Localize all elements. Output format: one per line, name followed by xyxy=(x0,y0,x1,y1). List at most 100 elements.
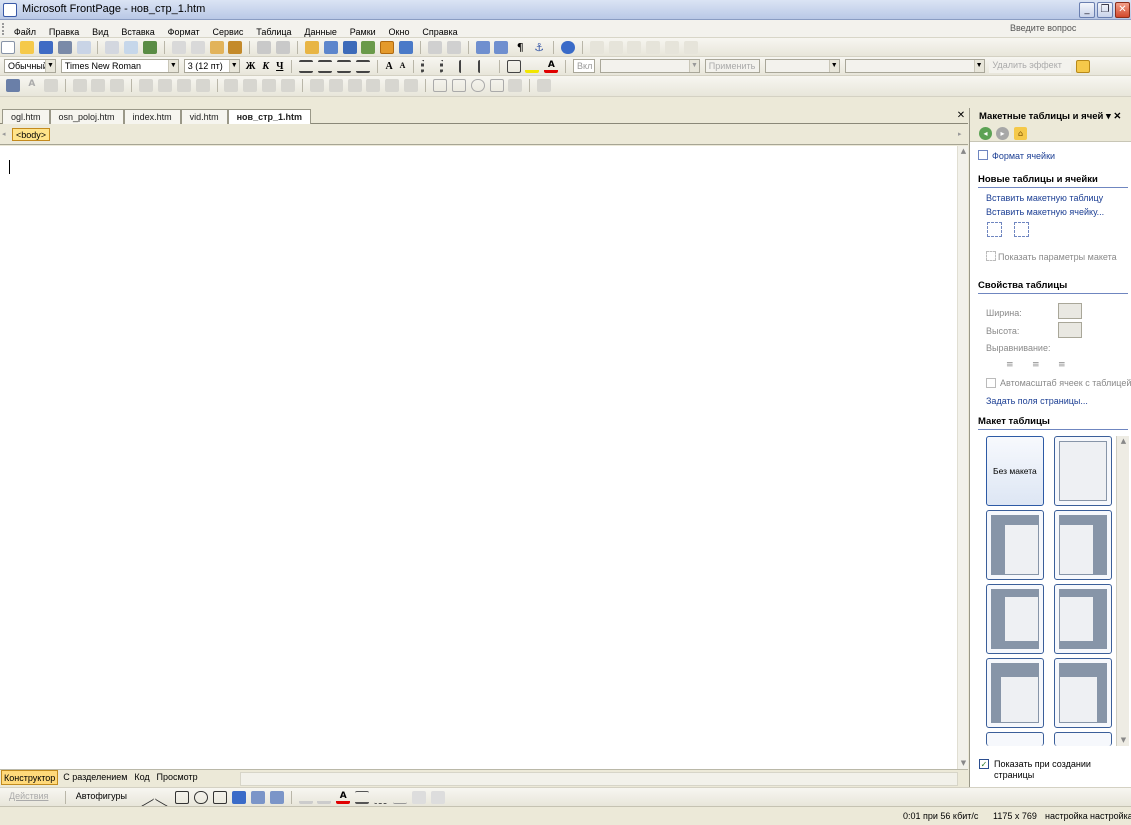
decrease-indent-icon[interactable] xyxy=(458,60,473,73)
effect-setting-select[interactable]: ▼ xyxy=(764,59,840,73)
design-canvas[interactable] xyxy=(0,146,957,769)
page-margins-link[interactable]: Задать поля страницы... xyxy=(986,396,1088,406)
layout-single[interactable] xyxy=(1054,436,1112,506)
rotate-left-icon[interactable] xyxy=(139,79,153,92)
align-left-icon[interactable] xyxy=(299,60,314,73)
dhtml-effect-select[interactable]: ▼ xyxy=(599,59,700,73)
page-resolution[interactable]: 1175 x 769 xyxy=(993,811,1037,821)
autoshapes-menu[interactable]: Автофигуры xyxy=(73,790,133,804)
table-merge-icon[interactable] xyxy=(684,41,698,54)
italic-button[interactable]: К xyxy=(262,61,269,72)
set-transparent-icon[interactable] xyxy=(347,79,362,92)
underline-button[interactable]: Ч xyxy=(276,61,283,72)
table-split-icon[interactable] xyxy=(665,41,680,54)
hyperlink-icon[interactable] xyxy=(399,41,414,54)
insert-picture-icon[interactable] xyxy=(361,41,376,54)
view-code[interactable]: Код xyxy=(132,770,151,785)
flip-horizontal-icon[interactable] xyxy=(176,79,191,92)
resample-icon[interactable] xyxy=(404,79,419,92)
bevel-icon[interactable] xyxy=(385,79,400,92)
tab-osn-poloj[interactable]: osn_poloj.htm xyxy=(49,109,124,124)
table-cell-icon[interactable] xyxy=(608,41,623,54)
oval-icon[interactable] xyxy=(194,791,209,804)
less-brightness-icon[interactable] xyxy=(281,79,295,92)
decrease-font-button[interactable]: A xyxy=(400,61,406,70)
show-on-create-checkbox[interactable]: ✓ xyxy=(979,759,989,769)
layer-icon[interactable] xyxy=(342,41,357,54)
menu-frames[interactable]: Рамки xyxy=(345,23,381,37)
insert-picture-icon[interactable] xyxy=(6,79,20,92)
menu-table[interactable]: Таблица xyxy=(251,23,296,37)
menu-window[interactable]: Окно xyxy=(384,23,415,37)
maximize-button[interactable]: ❐ xyxy=(1097,2,1113,18)
stop-icon[interactable] xyxy=(446,41,461,54)
close-button[interactable]: ✕ xyxy=(1115,2,1130,18)
redo-icon[interactable] xyxy=(276,41,290,54)
layout-more[interactable] xyxy=(986,732,1044,746)
draw-layout-table-icon[interactable] xyxy=(987,222,1002,237)
select-icon[interactable] xyxy=(432,79,447,92)
layout-top-left[interactable] xyxy=(986,658,1044,728)
highlight-dhtml-icon[interactable] xyxy=(1076,60,1091,73)
frontpage-app-icon[interactable] xyxy=(3,3,17,17)
tab-new-page[interactable]: нов_стр_1.htm xyxy=(227,109,311,124)
help-icon[interactable] xyxy=(560,41,575,54)
view-design[interactable]: Конструктор xyxy=(1,770,59,785)
restore-icon[interactable] xyxy=(537,79,552,92)
cut-icon[interactable] xyxy=(171,41,186,54)
layout-more[interactable] xyxy=(1054,732,1112,746)
tab-vid[interactable]: vid.htm xyxy=(180,109,228,124)
cell-format-link[interactable]: Формат ячейки xyxy=(992,151,1055,161)
scroll-up-icon[interactable]: ▲ xyxy=(1118,436,1129,447)
paste-icon[interactable] xyxy=(209,41,224,54)
position-absolute-icon[interactable] xyxy=(72,79,87,92)
canvas-scrollbar[interactable]: ▲ ▼ xyxy=(957,146,968,769)
web-component-icon[interactable] xyxy=(304,41,319,54)
scroll-right-icon[interactable]: ▸ xyxy=(958,130,962,138)
draw-layout-cell-icon[interactable] xyxy=(1014,222,1029,237)
menu-help[interactable]: Справка xyxy=(417,23,462,37)
shadow-icon[interactable] xyxy=(411,791,426,804)
view-split[interactable]: С разделением xyxy=(61,770,129,785)
menu-data[interactable]: Данные xyxy=(299,23,342,37)
align-right-icon[interactable]: ≡ xyxy=(1058,360,1066,370)
save-icon[interactable] xyxy=(38,41,53,54)
line-style-icon[interactable] xyxy=(355,791,370,804)
undo-icon[interactable] xyxy=(257,41,272,54)
show-layer-tools-icon[interactable] xyxy=(475,41,490,54)
arrow-icon[interactable] xyxy=(154,788,173,807)
rectangle-icon[interactable] xyxy=(175,791,190,804)
search-icon[interactable] xyxy=(57,41,72,54)
wordart-icon[interactable] xyxy=(232,791,246,804)
picture-icon[interactable] xyxy=(269,791,284,804)
flip-vertical-icon[interactable] xyxy=(195,79,210,92)
view-preview[interactable]: Просмотр xyxy=(155,770,200,785)
font-color-icon[interactable]: A xyxy=(544,60,559,73)
publish-icon[interactable] xyxy=(76,41,91,54)
align-left-icon[interactable]: ≡ xyxy=(1006,360,1014,370)
color-icon[interactable] xyxy=(366,79,381,92)
spellcheck-icon[interactable] xyxy=(143,41,157,54)
apply-select[interactable]: Применить xyxy=(704,59,760,73)
align-center-icon[interactable] xyxy=(318,60,333,73)
setting-status-1[interactable]: настройка xyxy=(1045,811,1088,821)
anchor-icon[interactable]: ⚓ xyxy=(532,41,546,54)
scroll-left-icon[interactable]: ◂ xyxy=(2,130,6,138)
send-backward-icon[interactable] xyxy=(110,79,125,92)
close-document-icon[interactable]: ✕ xyxy=(954,108,968,123)
textbox-icon[interactable] xyxy=(213,791,228,804)
bring-forward-icon[interactable] xyxy=(91,79,106,92)
forward-icon[interactable]: ▸ xyxy=(996,127,1009,140)
print-icon[interactable] xyxy=(105,41,120,54)
table-col-icon[interactable] xyxy=(646,41,661,54)
task-pane-title[interactable]: Макетные таблицы и ячей ▾ ✕ xyxy=(970,108,1131,125)
dhtml-event-select[interactable]: Вкл xyxy=(573,59,596,73)
fill-color-icon[interactable] xyxy=(298,791,313,804)
font-color-icon[interactable]: A xyxy=(336,791,351,804)
numbering-icon[interactable] xyxy=(421,60,435,73)
rectangle-hotspot-icon[interactable] xyxy=(451,79,466,92)
insert-table-icon[interactable] xyxy=(323,41,338,54)
thumbnail-icon[interactable] xyxy=(43,79,58,92)
back-icon[interactable]: ◂ xyxy=(979,127,992,140)
bullets-icon[interactable] xyxy=(440,60,454,73)
